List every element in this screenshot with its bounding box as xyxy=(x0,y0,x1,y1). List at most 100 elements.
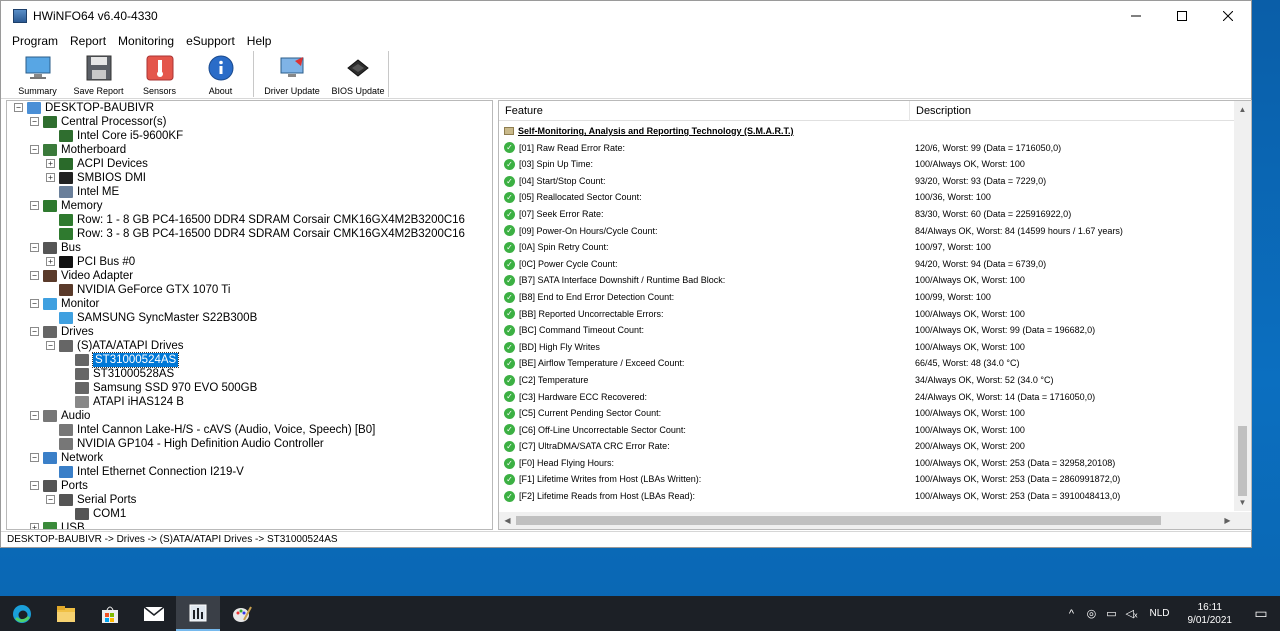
tree-item[interactable]: − Video Adapter xyxy=(7,269,477,283)
scroll-up-icon[interactable]: ▲ xyxy=(1234,101,1251,118)
driver-update-button[interactable]: Driver Update xyxy=(256,51,328,97)
smart-row[interactable]: ✓ [03] Spin Up Time: 100/Always OK, Worst:… xyxy=(499,156,1236,173)
section-header-row[interactable]: Self-Monitoring, Analysis and Reporting … xyxy=(499,123,1236,140)
tree-item[interactable]: + USB xyxy=(7,521,477,529)
collapse-icon[interactable]: − xyxy=(30,243,39,252)
close-button[interactable] xyxy=(1205,1,1251,31)
smart-row[interactable]: ✓ [F0] Head Flying Hours: 100/Always OK, W… xyxy=(499,455,1236,472)
tree-item[interactable]: ST31000524AS xyxy=(7,352,477,368)
smart-row[interactable]: ✓ [0C] Power Cycle Count: 94/20, Worst: 94… xyxy=(499,256,1236,273)
taskbar-file-explorer[interactable] xyxy=(44,596,88,631)
column-description[interactable]: Description xyxy=(910,101,1236,121)
tree-item[interactable]: − Audio xyxy=(7,409,477,423)
taskbar-hwinfo[interactable] xyxy=(176,596,220,631)
column-feature[interactable]: Feature xyxy=(499,101,910,121)
smart-row[interactable]: ✓ [01] Raw Read Error Rate: 120/6, Worst: … xyxy=(499,140,1236,157)
tree-item[interactable]: SAMSUNG SyncMaster S22B300B xyxy=(7,311,477,325)
sensors-button[interactable]: Sensors xyxy=(129,51,190,97)
summary-button[interactable]: Summary xyxy=(7,51,68,97)
bios-update-button[interactable]: BIOS Update xyxy=(328,51,388,97)
save-report-button[interactable]: Save Report xyxy=(68,51,129,97)
taskbar-mail[interactable] xyxy=(132,596,176,631)
collapse-icon[interactable]: − xyxy=(14,103,23,112)
scroll-down-icon[interactable]: ▼ xyxy=(1234,494,1251,511)
taskbar-paint[interactable] xyxy=(220,596,264,631)
clock[interactable]: 16:11 9/01/2021 xyxy=(1178,601,1243,627)
tree-item[interactable]: − Motherboard xyxy=(7,143,477,157)
smart-row[interactable]: ✓ [07] Seek Error Rate: 83/30, Worst: 60 (… xyxy=(499,206,1236,223)
about-button[interactable]: About xyxy=(190,51,251,97)
smart-row[interactable]: ✓ [09] Power-On Hours/Cycle Count: 84/Alwa… xyxy=(499,223,1236,240)
network-icon[interactable]: ▭ xyxy=(1101,607,1121,620)
tree-item[interactable]: − Network xyxy=(7,451,477,465)
menu-program[interactable]: Program xyxy=(6,34,64,48)
smart-row[interactable]: ✓ [BB] Reported Uncorrectable Errors: 100/… xyxy=(499,306,1236,323)
tree-item[interactable]: NVIDIA GeForce GTX 1070 Ti xyxy=(7,283,477,297)
tree-item[interactable]: + PCI Bus #0 xyxy=(7,255,477,269)
collapse-icon[interactable]: − xyxy=(30,299,39,308)
tree-item[interactable]: − Memory xyxy=(7,199,477,213)
tree-item[interactable]: ATAPI iHAS124 B xyxy=(7,395,477,409)
taskbar-store[interactable] xyxy=(88,596,132,631)
smart-row[interactable]: ✓ [B7] SATA Interface Downshift / Runtime… xyxy=(499,272,1236,289)
expand-icon[interactable]: + xyxy=(30,523,39,529)
smart-row[interactable]: ✓ [0A] Spin Retry Count: 100/97, Worst: 10… xyxy=(499,239,1236,256)
tree-item[interactable]: Intel ME xyxy=(7,185,477,199)
smart-row[interactable]: ✓ [C6] Off-Line Uncorrectable Sector Coun… xyxy=(499,422,1236,439)
menu-report[interactable]: Report xyxy=(64,34,112,48)
smart-row[interactable]: ✓ [05] Reallocated Sector Count: 100/36, W… xyxy=(499,189,1236,206)
tree-item[interactable]: + SMBIOS DMI xyxy=(7,171,477,185)
tree-item[interactable]: − Serial Ports xyxy=(7,493,477,507)
scroll-thumb[interactable] xyxy=(1238,426,1247,496)
menu-help[interactable]: Help xyxy=(241,34,278,48)
tree-item[interactable]: − Ports xyxy=(7,479,477,493)
collapse-icon[interactable]: − xyxy=(30,481,39,490)
tree-item[interactable]: Intel Core i5-9600KF xyxy=(7,129,477,143)
collapse-icon[interactable]: − xyxy=(46,341,55,350)
tree-item[interactable]: − Drives xyxy=(7,325,477,339)
smart-row[interactable]: ✓ [C7] UltraDMA/SATA CRC Error Rate: 200/A… xyxy=(499,438,1236,455)
collapse-icon[interactable]: − xyxy=(30,201,39,210)
tree-item[interactable]: − (S)ATA/ATAPI Drives xyxy=(7,339,477,353)
hscroll-thumb[interactable] xyxy=(516,516,1161,525)
tree-item[interactable]: − Monitor xyxy=(7,297,477,311)
menu-monitoring[interactable]: Monitoring xyxy=(112,34,180,48)
tree-item[interactable]: + ACPI Devices xyxy=(7,157,477,171)
expand-icon[interactable]: + xyxy=(46,173,55,182)
smart-row[interactable]: ✓ [B8] End to End Error Detection Count: 1… xyxy=(499,289,1236,306)
collapse-icon[interactable]: − xyxy=(30,271,39,280)
maximize-button[interactable] xyxy=(1159,1,1205,31)
notification-icon[interactable]: ▭ xyxy=(1242,605,1280,622)
vertical-scrollbar[interactable]: ▲ ▼ xyxy=(1234,101,1251,511)
title-bar[interactable]: HWiNFO64 v6.40-4330 xyxy=(1,1,1251,31)
chevron-up-icon[interactable]: ^ xyxy=(1061,608,1081,620)
collapse-icon[interactable]: − xyxy=(30,453,39,462)
details-pane[interactable]: Feature Description Self-Monitoring, Ana… xyxy=(498,100,1252,530)
scroll-left-icon[interactable]: ◀ xyxy=(499,512,516,529)
collapse-icon[interactable]: − xyxy=(30,145,39,154)
collapse-icon[interactable]: − xyxy=(30,411,39,420)
collapse-icon[interactable]: − xyxy=(30,327,39,336)
expand-icon[interactable]: + xyxy=(46,257,55,266)
horizontal-scrollbar[interactable]: ◀ ▶ xyxy=(499,512,1236,529)
language-indicator[interactable]: NLD xyxy=(1141,608,1177,619)
tree-item[interactable]: COM1 xyxy=(7,507,477,521)
tree-item[interactable]: Row: 3 - 8 GB PC4-16500 DDR4 SDRAM Corsa… xyxy=(7,227,477,241)
tree-item[interactable]: − DESKTOP-BAUBIVR xyxy=(7,101,477,115)
collapse-icon[interactable]: − xyxy=(30,117,39,126)
smart-row[interactable]: ✓ [F1] Lifetime Writes from Host (LBAs Wr… xyxy=(499,471,1236,488)
minimize-button[interactable] xyxy=(1113,1,1159,31)
tree-item[interactable]: − Central Processor(s) xyxy=(7,115,477,129)
taskbar-edge[interactable] xyxy=(0,596,44,631)
tree-item[interactable]: NVIDIA GP104 - High Definition Audio Con… xyxy=(7,437,477,451)
tree-item[interactable]: Row: 1 - 8 GB PC4-16500 DDR4 SDRAM Corsa… xyxy=(7,213,477,227)
smart-row[interactable]: ✓ [BE] Airflow Temperature / Exceed Count… xyxy=(499,355,1236,372)
collapse-icon[interactable]: − xyxy=(46,495,55,504)
tree-item[interactable]: ST31000528AS xyxy=(7,367,477,381)
smart-row[interactable]: ✓ [BD] High Fly Writes 100/Always OK, Wors… xyxy=(499,339,1236,356)
smart-row[interactable]: ✓ [BC] Command Timeout Count: 100/Always O… xyxy=(499,322,1236,339)
menu-esupport[interactable]: eSupport xyxy=(180,34,241,48)
smart-row[interactable]: ✓ [C3] Hardware ECC Recovered: 24/Always O… xyxy=(499,389,1236,406)
tree-item[interactable]: Samsung SSD 970 EVO 500GB xyxy=(7,381,477,395)
device-tree[interactable]: − DESKTOP-BAUBIVR − Central Processor(s) Int… xyxy=(6,100,493,530)
